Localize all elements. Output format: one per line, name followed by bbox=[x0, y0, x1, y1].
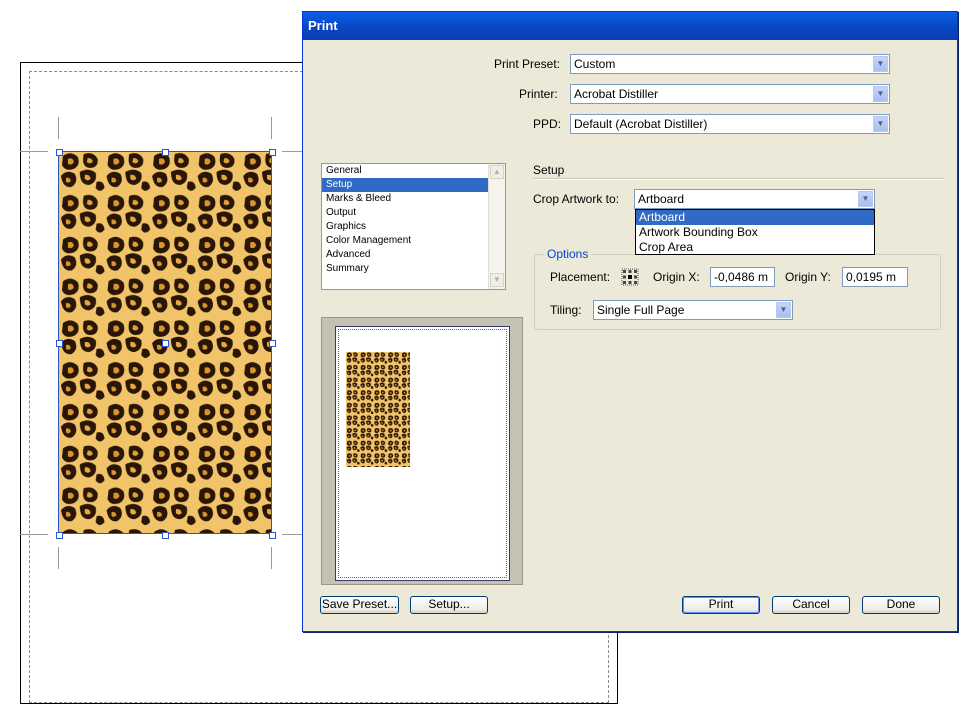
crop-mark bbox=[20, 534, 48, 535]
origin-y-value: 0,0195 m bbox=[846, 270, 897, 284]
chevron-down-icon[interactable]: ▼ bbox=[873, 86, 888, 102]
crop-mark bbox=[20, 151, 48, 152]
category-item-output[interactable]: Output bbox=[322, 206, 505, 220]
section-title: Setup bbox=[533, 163, 565, 177]
scroll-down-icon[interactable]: ▼ bbox=[490, 273, 504, 287]
selection-handle[interactable] bbox=[162, 532, 169, 539]
category-item-graphics[interactable]: Graphics bbox=[322, 220, 505, 234]
category-item-advanced[interactable]: Advanced bbox=[322, 248, 505, 262]
print-dialog: Print Print Preset: Custom ▼ Printer: Ac… bbox=[302, 11, 958, 632]
crop-mark bbox=[58, 547, 59, 569]
crop-mark bbox=[282, 151, 302, 152]
printer-label: Printer: bbox=[519, 87, 558, 101]
placement-label: Placement: bbox=[550, 270, 611, 284]
cancel-button[interactable]: Cancel bbox=[772, 596, 850, 614]
print-preview[interactable] bbox=[321, 317, 523, 585]
print-preset-value: Custom bbox=[574, 57, 616, 71]
crop-artwork-label: Crop Artwork to: bbox=[533, 192, 620, 206]
tiling-select[interactable]: Single Full Page ▼ bbox=[593, 300, 793, 320]
crop-mark bbox=[271, 547, 272, 569]
chevron-down-icon[interactable]: ▼ bbox=[776, 302, 791, 318]
scroll-up-icon[interactable]: ▲ bbox=[490, 165, 504, 179]
ppd-select[interactable]: Default (Acrobat Distiller) ▼ bbox=[570, 114, 890, 134]
crop-artwork-value: Artboard bbox=[638, 192, 685, 206]
ppd-value: Default (Acrobat Distiller) bbox=[574, 117, 708, 131]
category-item-summary[interactable]: Summary bbox=[322, 262, 505, 276]
selection-handle[interactable] bbox=[269, 532, 276, 539]
selection-handle[interactable] bbox=[269, 149, 276, 156]
section-divider bbox=[533, 178, 943, 180]
selection-handle[interactable] bbox=[56, 149, 63, 156]
setup-button[interactable]: Setup... bbox=[410, 596, 488, 614]
crop-mark bbox=[271, 117, 272, 139]
selection-handle[interactable] bbox=[162, 340, 169, 347]
origin-y-input[interactable]: 0,0195 m bbox=[842, 267, 908, 287]
print-preset-select[interactable]: Custom ▼ bbox=[570, 54, 890, 74]
selection-handle[interactable] bbox=[269, 340, 276, 347]
printer-select[interactable]: Acrobat Distiller ▼ bbox=[570, 84, 890, 104]
category-item-marks-bleed[interactable]: Marks & Bleed bbox=[322, 192, 505, 206]
selection-handle[interactable] bbox=[56, 532, 63, 539]
origin-x-value: -0,0486 m bbox=[714, 270, 769, 284]
save-preset-button[interactable]: Save Preset... bbox=[320, 596, 399, 614]
crop-mark bbox=[58, 117, 59, 139]
tiling-label: Tiling: bbox=[550, 303, 582, 317]
printer-value: Acrobat Distiller bbox=[574, 87, 659, 101]
origin-x-input[interactable]: -0,0486 m bbox=[710, 267, 775, 287]
crop-option-crop-area[interactable]: Crop Area bbox=[636, 240, 874, 255]
tiling-value: Single Full Page bbox=[597, 303, 685, 317]
selection-handle[interactable] bbox=[56, 340, 63, 347]
category-item-general[interactable]: General bbox=[322, 164, 505, 178]
chevron-down-icon[interactable]: ▼ bbox=[873, 116, 888, 132]
print-button[interactable]: Print bbox=[682, 596, 760, 614]
category-item-color-management[interactable]: Color Management bbox=[322, 234, 505, 248]
dialog-title: Print bbox=[303, 12, 957, 40]
list-scrollbar[interactable]: ▲ ▼ bbox=[488, 164, 505, 289]
selection-handle[interactable] bbox=[162, 149, 169, 156]
category-item-setup[interactable]: Setup bbox=[322, 178, 489, 192]
placement-grid-icon[interactable] bbox=[621, 268, 639, 286]
options-group-label: Options bbox=[544, 247, 592, 261]
origin-y-label: Origin Y: bbox=[785, 270, 831, 284]
category-list[interactable]: General Setup Marks & Bleed Output Graph… bbox=[321, 163, 506, 290]
chevron-down-icon[interactable]: ▼ bbox=[858, 191, 873, 207]
crop-artwork-select[interactable]: Artboard ▼ bbox=[634, 189, 875, 209]
origin-x-label: Origin X: bbox=[653, 270, 700, 284]
preview-artwork-thumbnail[interactable] bbox=[346, 352, 410, 467]
leopard-thumbnail-image bbox=[346, 352, 410, 467]
done-button[interactable]: Done bbox=[862, 596, 940, 614]
chevron-down-icon[interactable]: ▼ bbox=[873, 56, 888, 72]
preview-page bbox=[335, 326, 510, 581]
crop-mark bbox=[282, 534, 302, 535]
print-preset-label: Print Preset: bbox=[494, 57, 561, 71]
ppd-label: PPD: bbox=[533, 117, 562, 131]
crop-option-artwork-bounding-box[interactable]: Artwork Bounding Box bbox=[636, 225, 874, 240]
crop-option-artboard[interactable]: Artboard bbox=[636, 210, 874, 225]
crop-artwork-dropdown[interactable]: Artboard Artwork Bounding Box Crop Area bbox=[635, 209, 875, 255]
